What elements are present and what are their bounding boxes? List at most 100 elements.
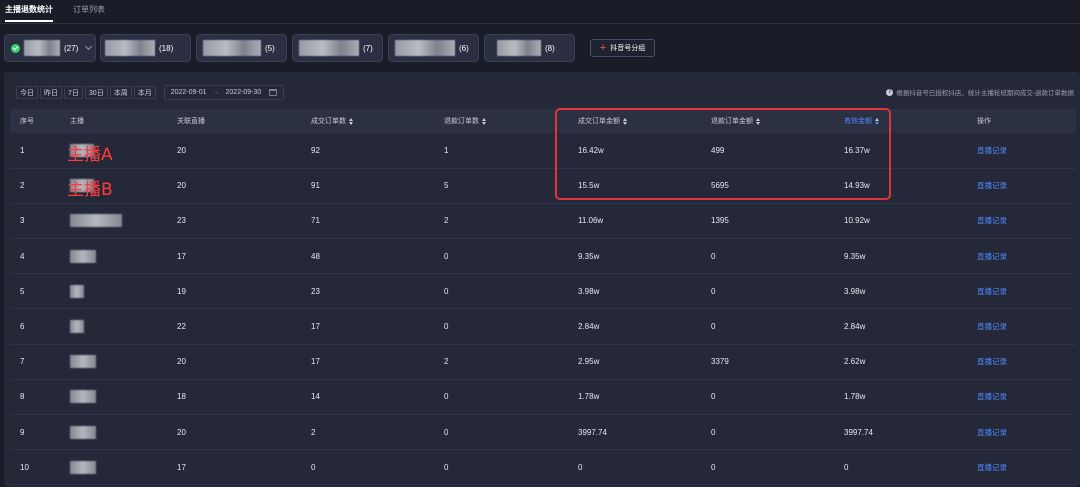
cell-refund-orders: 2 (444, 216, 449, 226)
col-header-linked-live: 关联直播 (177, 118, 205, 125)
col-header-valid-amount-label: 有效金额 (844, 118, 872, 125)
anchor-name-blurred (70, 390, 96, 404)
sort-icon[interactable] (756, 117, 760, 125)
cell-index: 2 (20, 181, 25, 191)
cell-anchor (60, 203, 167, 238)
cell-deal-amount: 9.35w (578, 251, 600, 261)
live-record-link[interactable]: 直播记录 (977, 252, 1007, 261)
cell-deal-amount: 1.78w (578, 392, 600, 402)
cell-action: 直播记录 (967, 450, 1076, 485)
quick-date-7d[interactable]: 7日 (64, 85, 83, 99)
cell-deal-amount: 2.84w (578, 322, 600, 332)
cell-deal-amount: 11.06w (578, 216, 604, 226)
cell-action: 直播记录 (967, 379, 1076, 414)
cell-valid-amount: 3.98w (844, 286, 866, 296)
chevron-down-icon[interactable] (85, 42, 93, 51)
col-header-deal-amount[interactable]: 成交订单金额 (568, 109, 701, 133)
table-row: 10 17 0 0 0 0 0 直播记录 (10, 450, 1076, 485)
account-chip[interactable]: (7) (292, 34, 383, 62)
cell-valid-amount: 2.62w (844, 357, 866, 367)
live-record-link[interactable]: 直播记录 (977, 463, 1007, 472)
account-chip-count: (27) (64, 43, 79, 53)
cell-linked-live: 23 (177, 216, 186, 226)
calendar-icon (269, 88, 278, 96)
col-header-deal-amount-label: 成交订单金额 (578, 118, 620, 125)
cell-deal-orders: 2 (311, 427, 316, 437)
cell-linked-live: 19 (177, 286, 186, 296)
sort-icon[interactable] (623, 117, 627, 125)
account-chip[interactable]: (6) (388, 34, 479, 62)
cell-index: 4 (20, 251, 25, 261)
quick-date-30d[interactable]: 30日 (84, 85, 108, 99)
live-record-link[interactable]: 直播记录 (977, 322, 1007, 331)
cell-action: 直播记录 (967, 168, 1076, 203)
live-record-link[interactable]: 直播记录 (977, 287, 1007, 296)
col-header-refund-amount[interactable]: 退款订单金额 (701, 109, 834, 133)
cell-deal-orders: 92 (311, 145, 320, 155)
account-chip[interactable]: (27) (4, 34, 96, 62)
quick-date-this-week[interactable]: 本周 (109, 85, 132, 99)
cell-index: 6 (20, 322, 25, 332)
anchor-name-blurred (70, 460, 96, 474)
date-range-picker[interactable]: 2022-09-01 → 2022-09-30 (163, 84, 285, 100)
col-header-valid-amount[interactable]: 有效金额 (834, 109, 967, 133)
account-group-button[interactable]: + 抖音号分组 (590, 39, 655, 57)
cell-deal-orders: 23 (311, 286, 320, 296)
col-header-refund-orders[interactable]: 退款订单数 (434, 109, 568, 133)
cell-action: 直播记录 (967, 133, 1076, 168)
cell-refund-orders: 0 (444, 322, 449, 332)
cell-refund-amount: 1395 (711, 216, 729, 226)
sort-icon[interactable] (349, 117, 353, 125)
sort-icon[interactable] (875, 117, 879, 125)
stats-notice: ! 根据抖音号已授权抖店，统计主播轮班期间成交-退款订单数据 (886, 87, 1074, 97)
anchor-name-blurred (70, 355, 96, 369)
cell-refund-orders: 5 (444, 181, 449, 191)
live-record-link[interactable]: 直播记录 (977, 428, 1007, 437)
cell-index: 8 (20, 392, 25, 402)
cell-anchor (60, 344, 167, 379)
live-record-link[interactable]: 直播记录 (977, 357, 1007, 366)
cell-deal-amount: 3.98w (578, 286, 600, 296)
col-header-deal-orders-label: 成交订单数 (311, 118, 346, 125)
account-avatar-blurred (497, 40, 541, 56)
cell-valid-amount: 0 (844, 462, 849, 472)
cell-action: 直播记录 (967, 344, 1076, 379)
account-avatar-blurred (203, 40, 261, 56)
tab-order-list[interactable]: 订单列表 (73, 0, 105, 24)
stats-notice-text: 根据抖音号已授权抖店，统计主播轮班期间成交-退款订单数据 (896, 90, 1074, 97)
account-chip-count: (5) (265, 43, 275, 53)
col-header-anchor: 主播 (70, 118, 84, 125)
quick-date-today[interactable]: 今日 (16, 85, 38, 99)
table-row: 2 20 91 5 15.5w 5695 14.93w 直播记录 (10, 168, 1076, 204)
cell-index: 5 (20, 286, 25, 296)
cell-anchor (60, 415, 167, 450)
col-header-index: 序号 (20, 118, 34, 125)
account-chip-count: (8) (545, 43, 555, 53)
quick-date-this-month[interactable]: 本月 (133, 85, 156, 99)
cell-refund-amount: 0 (711, 286, 716, 296)
table-row: 3 23 71 2 11.06w 1395 10.92w 直播记录 (10, 203, 1076, 239)
live-record-link[interactable]: 直播记录 (977, 146, 1007, 155)
plus-icon: + (599, 41, 607, 54)
cell-index: 3 (20, 216, 25, 226)
cell-refund-orders: 0 (444, 427, 449, 437)
account-chip[interactable]: (5) (196, 34, 287, 62)
account-chip[interactable]: (18) (100, 34, 191, 62)
top-nav: 主播退数统计 订单列表 (0, 0, 1080, 24)
sort-icon[interactable] (482, 117, 486, 125)
tab-anchor-refund-stats[interactable]: 主播退数统计 (5, 0, 53, 24)
anchor-name-blurred (70, 425, 96, 439)
cell-deal-amount: 15.5w (578, 181, 600, 191)
live-record-link[interactable]: 直播记录 (977, 181, 1007, 190)
account-avatar-blurred (395, 40, 455, 56)
cell-index: 1 (20, 145, 25, 155)
col-header-deal-orders[interactable]: 成交订单数 (301, 109, 434, 133)
live-record-link[interactable]: 直播记录 (977, 216, 1007, 225)
cell-deal-orders: 14 (311, 392, 320, 402)
table-row: 6 22 17 0 2.84w 0 2.84w 直播记录 (10, 309, 1076, 345)
live-record-link[interactable]: 直播记录 (977, 392, 1007, 401)
cell-valid-amount: 3997.74 (844, 427, 873, 437)
quick-date-yesterday[interactable]: 昨日 (40, 85, 62, 99)
cell-index: 7 (20, 357, 25, 367)
account-chip[interactable]: (8) (484, 34, 575, 62)
